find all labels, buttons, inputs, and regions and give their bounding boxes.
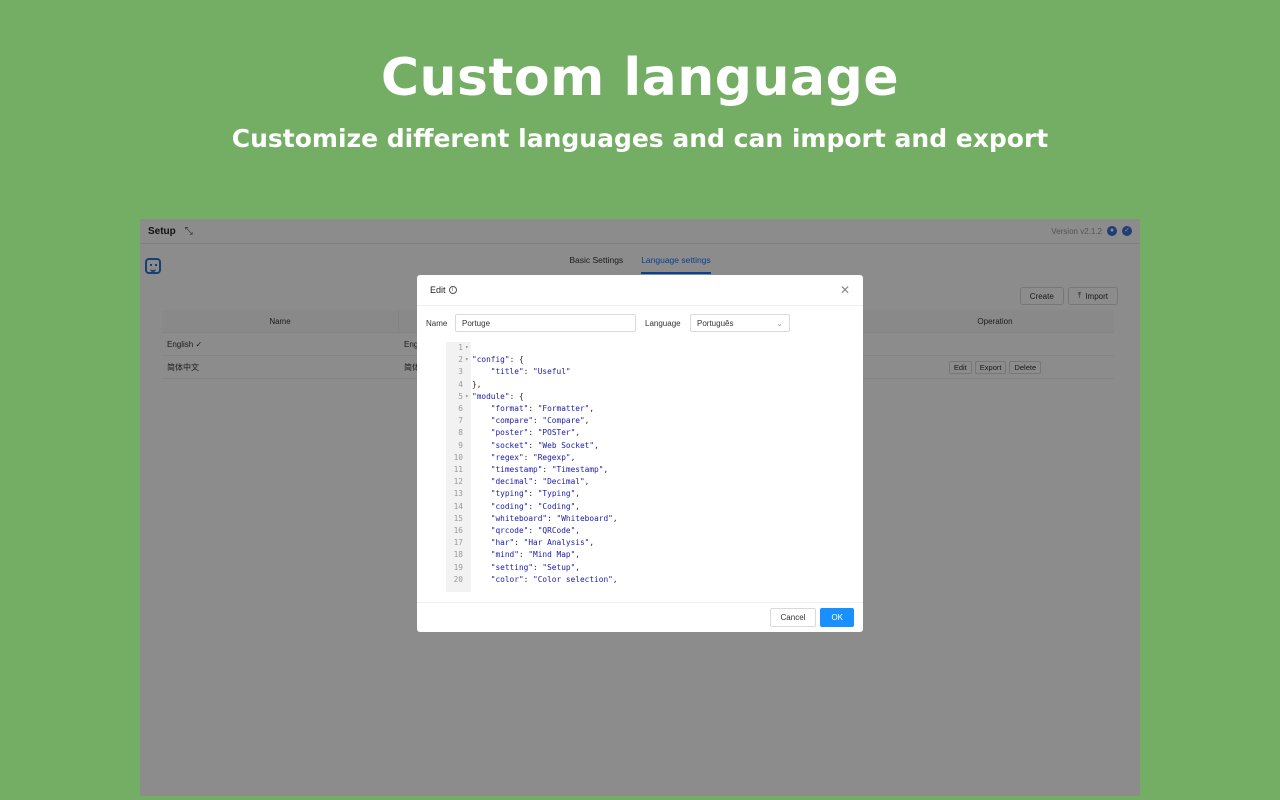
line-number: 6 bbox=[458, 404, 463, 413]
code-text: "poster": "POSTer", bbox=[490, 428, 580, 438]
code-line: 8 "poster": "POSTer", bbox=[430, 427, 851, 439]
code-text: "compare": "Compare", bbox=[490, 416, 590, 426]
code-text: "har": "Har Analysis", bbox=[490, 538, 595, 548]
modal-footer: Cancel OK bbox=[417, 602, 863, 632]
code-line: 6 "format": "Formatter", bbox=[430, 403, 851, 415]
line-number: 16 bbox=[453, 526, 463, 535]
code-text: "color": "Color selection", bbox=[490, 574, 618, 584]
close-icon[interactable]: ✕ bbox=[840, 283, 850, 297]
line-number: 17 bbox=[453, 538, 463, 548]
name-value: Portuge bbox=[462, 318, 491, 328]
code-text: }, bbox=[472, 379, 482, 389]
line-number: 20 bbox=[453, 574, 463, 584]
line-number: 5 bbox=[458, 391, 463, 401]
line-number: 15 bbox=[453, 513, 463, 523]
cancel-label: Cancel bbox=[780, 613, 806, 622]
line-number: 18 bbox=[453, 550, 463, 560]
info-icon: i bbox=[448, 286, 457, 294]
name-label: Name bbox=[426, 318, 448, 328]
modal-header: Edit i ✕ bbox=[417, 275, 863, 306]
line-number: 2 bbox=[458, 355, 463, 365]
edit-modal: Edit i ✕ Name Portuge Language Português… bbox=[417, 275, 863, 632]
code-line: 19 "setting": "Setup", bbox=[430, 562, 851, 574]
code-line: 1 ▾ bbox=[430, 342, 851, 354]
code-text: "title": "Useful" bbox=[490, 367, 571, 377]
code-line: 14 "coding": "Coding", bbox=[430, 501, 851, 513]
code-text: "whiteboard": "Whiteboard", bbox=[490, 513, 618, 523]
code-line: 15 "whiteboard": "Whiteboard", bbox=[430, 513, 851, 525]
code-text: "format": "Formatter", bbox=[490, 404, 595, 413]
modal-title: Edit bbox=[430, 285, 446, 295]
line-number: 9 bbox=[458, 440, 463, 450]
code-line: 7 "compare": "Compare", bbox=[430, 415, 851, 427]
line-number: 13 bbox=[453, 489, 463, 499]
line-number: 12 bbox=[453, 477, 463, 487]
code-text: "config": { bbox=[472, 355, 524, 365]
code-text: "coding": "Coding", bbox=[490, 501, 580, 511]
language-label: Language bbox=[645, 318, 681, 328]
line-number: 4 bbox=[458, 379, 463, 389]
line-number: 10 bbox=[453, 452, 463, 462]
hero-subtitle: Customize different languages and can im… bbox=[231, 124, 1049, 153]
code-line: 11 "timestamp": "Timestamp", bbox=[430, 464, 851, 476]
line-number: 11 bbox=[453, 465, 463, 474]
code-line: 16 "qrcode": "QRCode", bbox=[430, 525, 851, 537]
code-line: 2 ▾ "config": { bbox=[430, 354, 851, 366]
code-text: "mind": "Mind Map", bbox=[490, 550, 580, 560]
ok-button[interactable]: OK bbox=[820, 608, 854, 627]
language-value: Português bbox=[697, 318, 734, 328]
code-line: 3 "title": "Useful" bbox=[430, 366, 851, 378]
line-number: 14 bbox=[453, 501, 463, 511]
code-line: 20 "color": "Color selection", bbox=[430, 574, 851, 586]
code-line: 18 "mind": "Mind Map", bbox=[430, 549, 851, 561]
line-number: 8 bbox=[458, 428, 463, 438]
name-input[interactable]: Portuge bbox=[455, 314, 636, 332]
line-number: 7 bbox=[458, 416, 463, 426]
code-text: "decimal": "Decimal", bbox=[490, 477, 590, 487]
line-number: 1 bbox=[458, 343, 463, 352]
hero-title: Custom language bbox=[380, 48, 900, 108]
code-line: 17 "har": "Har Analysis", bbox=[430, 537, 851, 549]
code-editor[interactable]: 1 ▾ 2 ▾ "config": {3 "title": "Useful" 4}, 5 ▾ "… bbox=[430, 342, 851, 592]
code-line: 9 "socket": "Web Socket", bbox=[430, 440, 851, 452]
chevron-down-icon: ⌄ bbox=[776, 318, 783, 328]
fold-arrow-icon[interactable]: ▾ bbox=[465, 342, 473, 354]
line-number: 19 bbox=[453, 562, 463, 572]
code-text: "qrcode": "QRCode", bbox=[490, 526, 580, 535]
code-line: 13 "typing": "Typing", bbox=[430, 488, 851, 500]
code-text: "socket": "Web Socket", bbox=[490, 440, 599, 450]
code-text: "timestamp": "Timestamp", bbox=[490, 465, 609, 474]
language-select[interactable]: Português ⌄ bbox=[690, 314, 790, 332]
code-line: 10 "regex": "Regexp", bbox=[430, 452, 851, 464]
form-row: Name Portuge Language Português ⌄ bbox=[426, 314, 790, 332]
code-text: "regex": "Regexp", bbox=[490, 452, 576, 462]
code-line: 12 "decimal": "Decimal", bbox=[430, 476, 851, 488]
ok-label: OK bbox=[831, 613, 843, 622]
line-number: 3 bbox=[458, 367, 463, 377]
cancel-button[interactable]: Cancel bbox=[769, 608, 817, 627]
code-line: 5 ▾ "module": { bbox=[430, 391, 851, 403]
code-text: "setting": "Setup", bbox=[490, 562, 580, 572]
code-line: 4}, bbox=[430, 379, 851, 391]
code-text: "typing": "Typing", bbox=[490, 489, 580, 499]
code-text: "module": { bbox=[472, 391, 524, 401]
